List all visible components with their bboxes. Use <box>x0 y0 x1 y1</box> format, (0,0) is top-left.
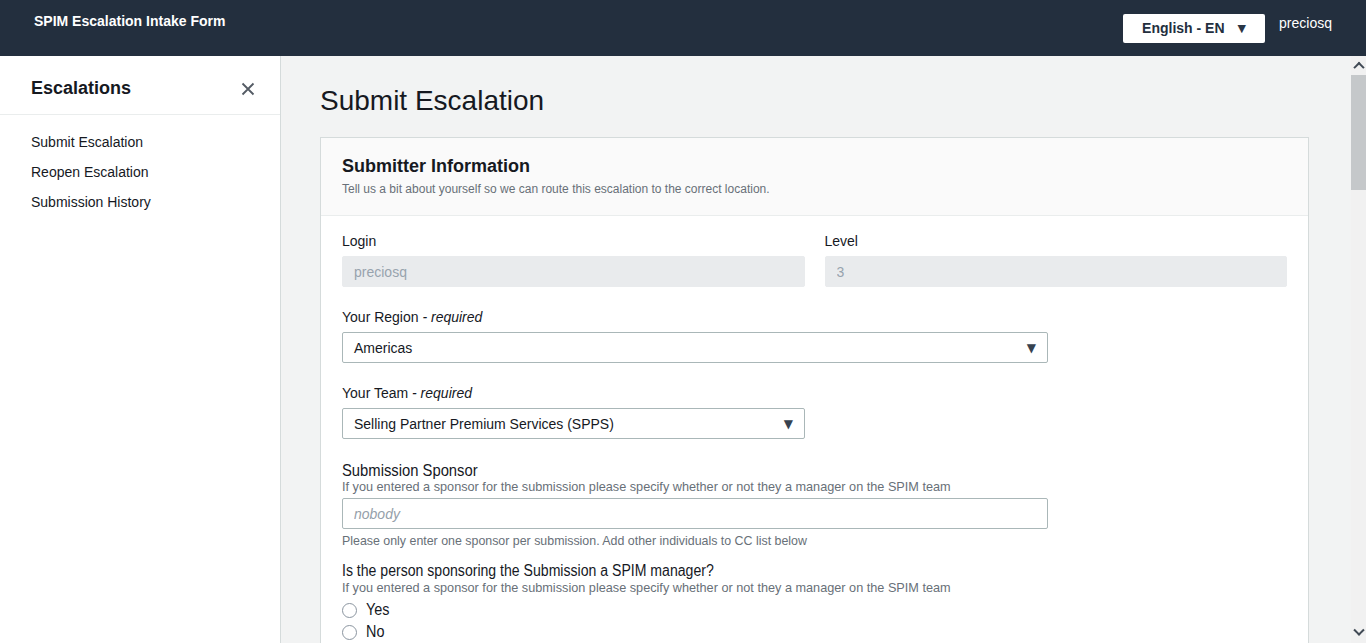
sidebar: Escalations Submit Escalation Reopen Esc… <box>0 56 281 643</box>
chevron-down-icon: ▼ <box>1027 342 1036 354</box>
main-content: Submit Escalation Submitter Information … <box>281 56 1366 643</box>
team-required-text: - required <box>412 385 472 401</box>
team-select[interactable]: Selling Partner Premium Services (SPPS) … <box>342 408 805 439</box>
sidebar-nav: Submit Escalation Reopen Escalation Subm… <box>0 115 280 229</box>
sponsor-input[interactable] <box>342 498 1048 529</box>
radio-option-yes[interactable]: Yes <box>342 601 1287 619</box>
topbar-right-group: English - EN ▼ preciosq <box>1123 14 1332 43</box>
chevron-down-icon <box>1353 625 1364 636</box>
sidebar-item-submit-escalation[interactable]: Submit Escalation <box>0 127 280 157</box>
content-shell: Escalations Submit Escalation Reopen Esc… <box>0 56 1366 643</box>
sidebar-header: Escalations <box>0 56 280 115</box>
team-field-group: Your Team - required Selling Partner Pre… <box>342 385 1287 439</box>
login-input <box>342 256 805 287</box>
region-field-group: Your Region - required Americas ▼ <box>342 309 1287 363</box>
app-title: SPIM Escalation Intake Form <box>34 13 225 29</box>
scrollbar-up-arrow[interactable] <box>1351 58 1366 74</box>
level-input <box>825 256 1288 287</box>
manager-question-description: If you entered a sponsor for the submiss… <box>342 581 1287 595</box>
card-body: Login Level Your Region - required Ameri… <box>321 216 1308 643</box>
login-level-row: Login Level <box>342 233 1287 287</box>
card-title: Submitter Information <box>342 156 1287 177</box>
top-navigation-bar: SPIM Escalation Intake Form English - EN… <box>0 0 1366 56</box>
sidebar-item-reopen-escalation[interactable]: Reopen Escalation <box>0 157 280 187</box>
page-title: Submit Escalation <box>320 86 1309 116</box>
sponsor-field-group: Submission Sponsor If you entered a spon… <box>342 461 1287 548</box>
chevron-down-icon: ▼ <box>784 418 793 430</box>
card-description: Tell us a bit about yourself so we can r… <box>342 182 1287 196</box>
manager-question-label: Is the person sponsoring the Submission … <box>342 562 1287 580</box>
chevron-up-icon <box>1353 62 1364 73</box>
manager-question-group: Is the person sponsoring the Submission … <box>342 562 1287 641</box>
scrollbar-thumb[interactable] <box>1351 75 1366 190</box>
team-select-value: Selling Partner Premium Services (SPPS) <box>354 416 614 432</box>
radio-option-no[interactable]: No <box>342 623 1287 641</box>
submitter-information-card: Submitter Information Tell us a bit abou… <box>320 137 1309 643</box>
card-header: Submitter Information Tell us a bit abou… <box>321 138 1308 216</box>
login-field-group: Login <box>342 233 805 287</box>
level-label: Level <box>825 233 1288 249</box>
username: preciosq <box>1279 15 1332 31</box>
sponsor-label: Submission Sponsor <box>342 461 1287 480</box>
sponsor-constraint-text: Please only enter one sponsor per submis… <box>342 534 1287 548</box>
radio-label-yes: Yes <box>366 601 392 619</box>
region-required-text: - required <box>422 309 482 325</box>
sidebar-item-submission-history[interactable]: Submission History <box>0 187 280 217</box>
region-select[interactable]: Americas ▼ <box>342 332 1048 363</box>
level-field-group: Level <box>825 233 1288 287</box>
language-selector-label: English - EN <box>1142 20 1224 36</box>
sidebar-title: Escalations <box>31 78 131 99</box>
sponsor-description: If you entered a sponsor for the submiss… <box>342 480 1287 494</box>
region-select-value: Americas <box>354 340 412 356</box>
login-label: Login <box>342 233 805 249</box>
team-label: Your Team - required <box>342 385 1287 401</box>
sponsor-input-wrap <box>342 498 1287 529</box>
radio-label-no: No <box>366 623 386 641</box>
scrollbar-down-arrow[interactable] <box>1351 625 1366 641</box>
chevron-down-icon: ▼ <box>1238 23 1246 34</box>
radio-button-icon[interactable] <box>342 625 357 640</box>
vertical-scrollbar[interactable] <box>1351 56 1366 643</box>
radio-button-icon[interactable] <box>342 603 357 618</box>
sidebar-close-button[interactable] <box>240 81 256 97</box>
language-selector[interactable]: English - EN ▼ <box>1123 14 1265 43</box>
region-label: Your Region - required <box>342 309 1287 325</box>
close-icon <box>240 81 256 97</box>
